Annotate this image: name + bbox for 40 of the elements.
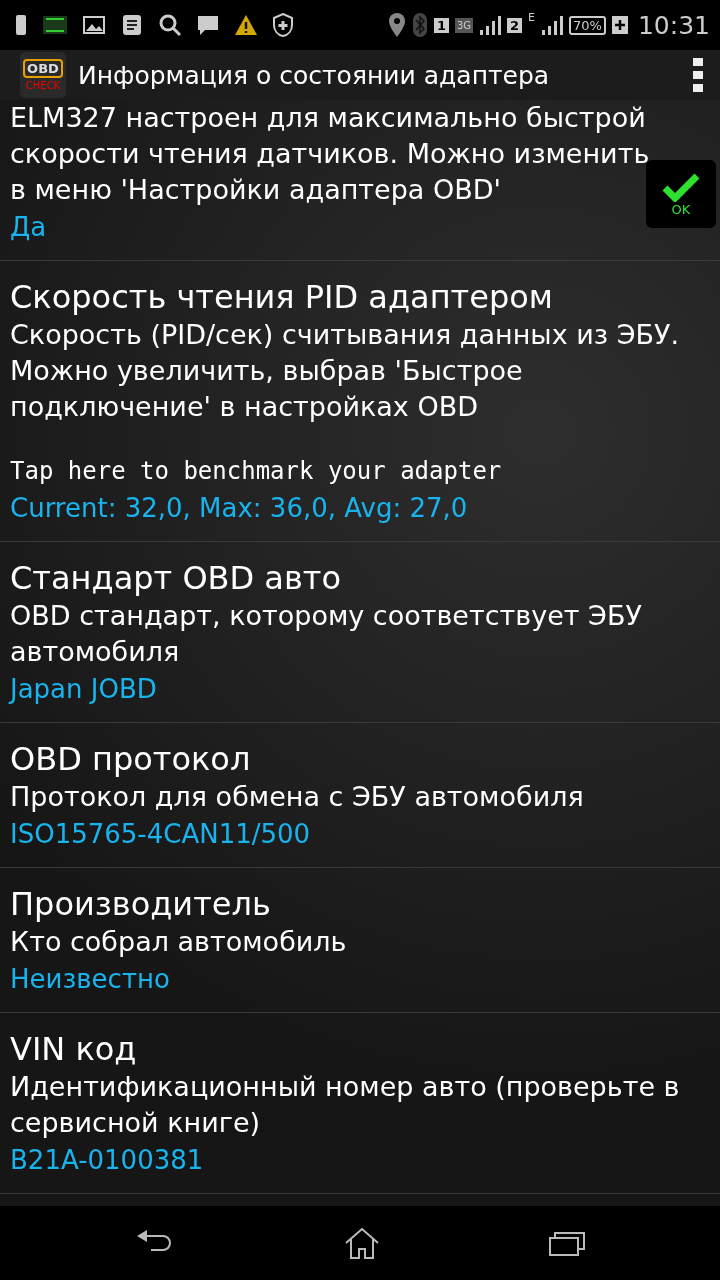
sim-indicator: 2: [507, 17, 523, 33]
setting-description: Протокол для обмена с ЭБУ автомобиля: [10, 780, 585, 814]
setting-title: VIN код: [10, 1029, 138, 1069]
network-type: E: [528, 10, 536, 24]
setting-value: Japan JOBD: [10, 673, 157, 706]
network-type: 3G: [454, 17, 474, 33]
document-icon: [120, 13, 144, 37]
battery-level: 70%: [569, 15, 606, 35]
setting-title: Скорость чтения PID адаптером: [10, 277, 554, 317]
benchmark-link[interactable]: Tap here to benchmark your adapter: [10, 453, 710, 489]
setting-value: B21A-0100381: [10, 1144, 204, 1177]
setting-value: Current: 32,0, Max: 36,0, Avg: 27,0: [10, 492, 468, 525]
clock: 10:31: [637, 10, 710, 40]
setting-title: Стандарт OBD авто: [10, 558, 342, 598]
shield-icon: [272, 13, 294, 37]
warning-icon: [234, 13, 258, 37]
home-icon[interactable]: [344, 1227, 380, 1259]
setting-title: OBD протокол: [10, 739, 252, 779]
phone-icon: [14, 13, 28, 37]
charging-icon: [611, 16, 628, 34]
image-icon: [82, 14, 106, 36]
signal-icon: [541, 14, 564, 36]
recent-apps-icon[interactable]: [549, 1230, 586, 1256]
bluetooth-icon: [411, 12, 428, 38]
sim-indicator: 1: [433, 17, 449, 33]
search-icon: [158, 13, 182, 37]
setting-description: Идентификационный номер авто (проверьте в сервисной книге): [10, 1070, 681, 1140]
setting-description: Скорость (PID/сек) считывания данных из ЭБУ. Можно увеличить, выбрав 'Быстрое подключение' в настройках OBD: [10, 318, 681, 424]
setting-description: Кто собрал автомобиль: [10, 925, 348, 959]
screen-title: Информация о состоянии адаптера: [78, 60, 551, 90]
setting-value: ISO15765-4CAN11/500: [10, 818, 311, 851]
setting-description: OBD стандарт, которому соответствует ЭБУ автомобиля: [10, 599, 643, 669]
app-logo: OBD CHECK: [20, 52, 66, 98]
message-icon: [196, 13, 220, 37]
setting-title: Производитель: [10, 884, 272, 924]
menu-icon[interactable]: [692, 58, 704, 92]
location-icon: [387, 12, 406, 38]
signal-icon: [479, 14, 502, 36]
setting-value: Да: [10, 211, 47, 244]
setting-value: Неизвестно: [10, 963, 170, 996]
